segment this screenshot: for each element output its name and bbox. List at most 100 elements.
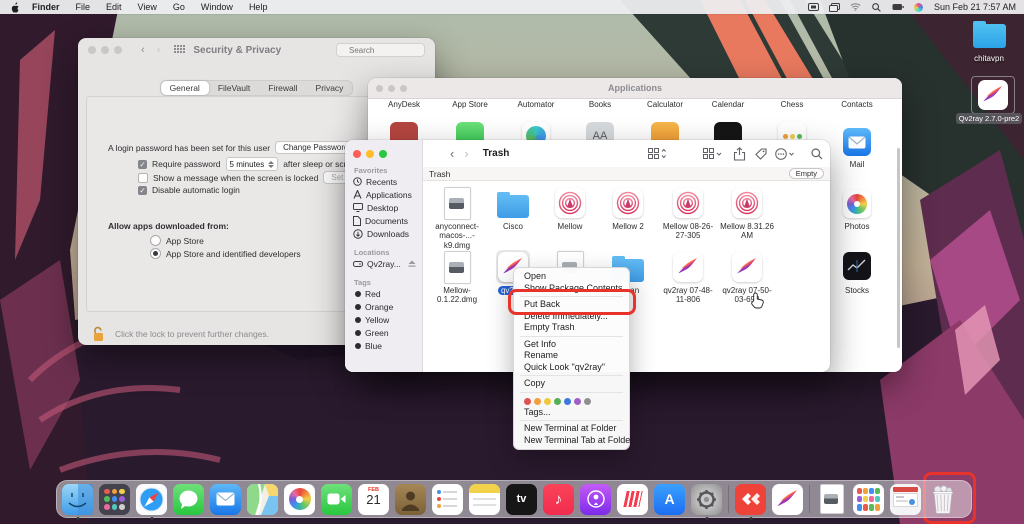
dock-calendar-icon[interactable]: FEB 21 bbox=[358, 484, 389, 515]
dock-maps-icon[interactable] bbox=[247, 484, 278, 515]
menu-help[interactable]: Help bbox=[241, 2, 276, 12]
apple-menu-icon[interactable] bbox=[10, 2, 20, 13]
unlocked-padlock-icon[interactable] bbox=[92, 326, 105, 342]
sidebar-item-documents[interactable]: Documents bbox=[345, 214, 422, 227]
file-mellow[interactable]: Mellow bbox=[541, 186, 599, 231]
dock-reminders-icon[interactable] bbox=[432, 484, 463, 515]
vertical-scrollbar[interactable] bbox=[897, 148, 900, 348]
sidebar-item-qv2ray-volume[interactable]: Qv2ray... bbox=[345, 257, 422, 270]
photos-app-icon[interactable] bbox=[843, 190, 871, 218]
empty-trash-button[interactable]: Empty bbox=[789, 168, 824, 179]
menu-item-new-terminal[interactable]: New Terminal at Folder bbox=[514, 423, 629, 435]
mail-app-icon[interactable] bbox=[843, 128, 871, 156]
dock-disk-image-file-icon[interactable] bbox=[816, 484, 847, 515]
share-icon[interactable] bbox=[733, 147, 746, 161]
dock-mail-icon[interactable] bbox=[210, 484, 241, 515]
file-mellow-am[interactable]: Mellow 8.31.26 AM bbox=[718, 186, 776, 241]
file-mellow-2[interactable]: Mellow 2 bbox=[599, 186, 657, 231]
menu-item-quick-look[interactable]: Quick Look "qv2ray" bbox=[514, 362, 629, 374]
tag-green[interactable] bbox=[554, 398, 561, 405]
app-label[interactable]: Calendar bbox=[697, 100, 759, 109]
menu-item-get-info[interactable]: Get Info bbox=[514, 339, 629, 351]
app-label[interactable]: Photos bbox=[826, 222, 888, 231]
menu-item-copy[interactable]: Copy bbox=[514, 378, 629, 390]
file-qv2ray-0750[interactable]: qv2ray 07-50-03-692 bbox=[718, 250, 776, 305]
sidebar-item-recents[interactable]: Recents bbox=[345, 175, 422, 188]
minimize-button[interactable] bbox=[101, 46, 109, 54]
dock-qv2ray-icon[interactable] bbox=[772, 484, 803, 515]
menu-go[interactable]: Go bbox=[165, 2, 193, 12]
sidebar-tag-yellow[interactable]: Yellow bbox=[345, 313, 422, 326]
file-qv2ray-0748[interactable]: qv2ray 07-48-11-806 bbox=[659, 250, 717, 305]
menu-view[interactable]: View bbox=[130, 2, 165, 12]
disable-auto-login-checkbox[interactable]: ✓ bbox=[138, 186, 147, 195]
menu-edit[interactable]: Edit bbox=[98, 2, 130, 12]
battery-icon[interactable] bbox=[892, 2, 904, 12]
close-button[interactable] bbox=[353, 150, 361, 158]
app-label[interactable]: Books bbox=[569, 100, 631, 109]
sidebar-item-applications[interactable]: Applications bbox=[345, 188, 422, 201]
eject-icon[interactable] bbox=[408, 260, 416, 267]
desktop-icon-chitavpn[interactable] bbox=[973, 24, 1006, 48]
sidebar-item-desktop[interactable]: Desktop bbox=[345, 201, 422, 214]
tag-gray[interactable] bbox=[584, 398, 591, 405]
search-icon[interactable] bbox=[811, 148, 823, 160]
dock-safari-icon[interactable] bbox=[136, 484, 167, 515]
app-label[interactable]: AnyDesk bbox=[373, 100, 435, 109]
app-label[interactable]: Stocks bbox=[826, 286, 888, 295]
group-view-icon[interactable] bbox=[703, 148, 723, 160]
menu-item-rename[interactable]: Rename bbox=[514, 350, 629, 362]
menu-item-open[interactable]: Open bbox=[514, 271, 629, 283]
require-password-select[interactable]: 5 minutes bbox=[226, 157, 279, 171]
icon-view-sort-icon[interactable] bbox=[648, 148, 666, 160]
menu-item-tags[interactable]: Tags... bbox=[514, 407, 629, 419]
dock-notes-icon[interactable] bbox=[469, 484, 500, 515]
dock-podcasts-icon[interactable] bbox=[580, 484, 611, 515]
file-cisco-folder[interactable]: Cisco bbox=[484, 186, 542, 231]
dock-messages-icon[interactable] bbox=[173, 484, 204, 515]
app-label[interactable]: App Store bbox=[439, 100, 501, 109]
spotlight-icon[interactable] bbox=[871, 2, 883, 12]
file-mellow-dmg[interactable]: Mellow-0.1.22.dmg bbox=[428, 250, 486, 305]
tab-general[interactable]: General bbox=[161, 81, 209, 95]
dock-finder-icon[interactable] bbox=[62, 484, 93, 515]
tag-yellow[interactable] bbox=[544, 398, 551, 405]
zoom-button[interactable] bbox=[379, 150, 387, 158]
dock-downloads-stack-icon[interactable] bbox=[890, 484, 921, 515]
input-source-icon[interactable] bbox=[808, 2, 820, 12]
dock-appstore-icon[interactable]: A bbox=[654, 484, 685, 515]
tag-blue[interactable] bbox=[564, 398, 571, 405]
zoom-button[interactable] bbox=[114, 46, 122, 54]
dock-launchpad-icon[interactable] bbox=[99, 484, 130, 515]
wifi-icon[interactable] bbox=[850, 2, 862, 12]
dock-applications-stack-icon[interactable] bbox=[853, 484, 884, 515]
dock-photos-icon[interactable] bbox=[284, 484, 315, 515]
dock-anydesk-icon[interactable] bbox=[735, 484, 766, 515]
menu-item-new-terminal-tab[interactable]: New Terminal Tab at Folder bbox=[514, 435, 629, 447]
file-anyconnect[interactable]: anyconnect-macos-...-k9.dmg bbox=[428, 186, 486, 250]
app-store-radio[interactable] bbox=[150, 235, 161, 246]
tag-orange[interactable] bbox=[534, 398, 541, 405]
dock-facetime-icon[interactable] bbox=[321, 484, 352, 515]
sidebar-item-downloads[interactable]: Downloads bbox=[345, 227, 422, 240]
search-input[interactable] bbox=[336, 43, 425, 57]
back-icon[interactable]: ‹ bbox=[141, 44, 145, 56]
tag-icon[interactable] bbox=[755, 148, 767, 160]
back-icon[interactable]: ‹ bbox=[450, 146, 454, 161]
sidebar-tag-green[interactable]: Green bbox=[345, 326, 422, 339]
forward-icon[interactable]: › bbox=[157, 44, 161, 56]
identified-developers-radio[interactable] bbox=[150, 248, 161, 259]
menu-file[interactable]: File bbox=[68, 2, 99, 12]
menu-finder[interactable]: Finder bbox=[24, 2, 68, 12]
desktop-icon-qv2ray[interactable] bbox=[971, 76, 1015, 114]
file-mellow-timestamp[interactable]: Mellow 08-26-27-305 bbox=[659, 186, 717, 241]
tag-purple[interactable] bbox=[574, 398, 581, 405]
tab-privacy[interactable]: Privacy bbox=[307, 81, 353, 95]
tag-red[interactable] bbox=[524, 398, 531, 405]
siri-icon[interactable] bbox=[913, 2, 925, 12]
minimize-button[interactable] bbox=[366, 150, 374, 158]
forward-icon[interactable]: › bbox=[464, 146, 468, 161]
show-all-grid-icon[interactable] bbox=[174, 45, 185, 56]
desktop-icon-chitavpn-label[interactable]: chitavpn bbox=[959, 54, 1019, 63]
require-password-checkbox[interactable]: ✓ bbox=[138, 160, 147, 169]
